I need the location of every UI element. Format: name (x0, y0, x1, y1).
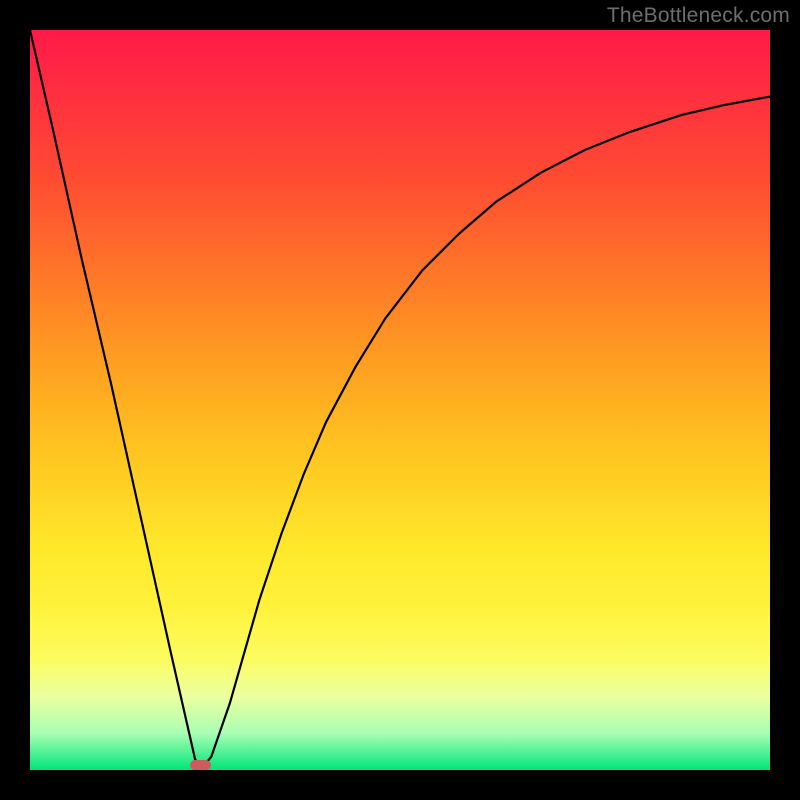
chart-frame: TheBottleneck.com (0, 0, 800, 800)
bottleneck-curve (30, 30, 770, 770)
optimal-marker (190, 760, 211, 770)
plot-area (30, 30, 770, 770)
watermark-text: TheBottleneck.com (607, 4, 790, 28)
